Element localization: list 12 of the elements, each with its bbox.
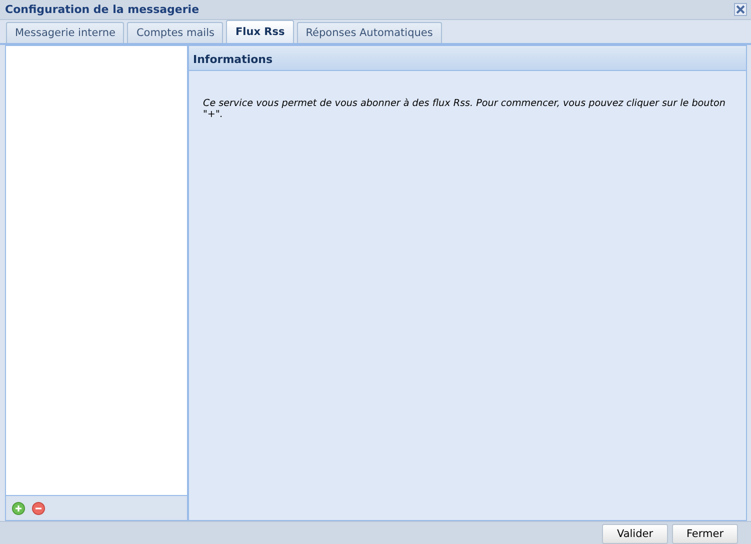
close-icon[interactable] — [734, 3, 747, 16]
tab[interactable]: Réponses Automatiques — [296, 22, 442, 43]
tab[interactable]: Comptes mails — [127, 22, 224, 43]
dialog-button[interactable]: Fermer — [672, 524, 738, 544]
dialog-button[interactable]: Valider — [602, 524, 668, 544]
info-text: Ce service vous permet de vous abonner à des flux Rss. Pour commencer, vous pouvez cliquer sur le bouton "+". — [203, 98, 726, 120]
remove-icon[interactable] — [32, 502, 45, 514]
tab[interactable]: Flux Rss — [226, 20, 294, 43]
add-icon[interactable] — [12, 502, 25, 514]
tab[interactable]: Messagerie interne — [6, 22, 124, 43]
panel-title: Informations — [193, 52, 273, 66]
window-title: Configuration de la messagerie — [5, 3, 200, 16]
